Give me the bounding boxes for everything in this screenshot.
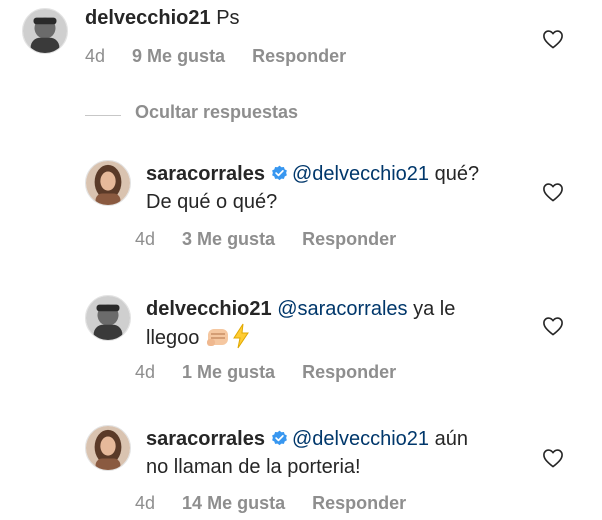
reply-button[interactable]: Responder (302, 229, 396, 249)
like-heart-icon[interactable] (542, 448, 564, 468)
avatar-saracorrales[interactable] (85, 160, 131, 206)
comment-likes[interactable]: 1 Me gusta (182, 362, 275, 382)
comment-mention[interactable]: @saracorrales (277, 298, 407, 320)
comment-likes[interactable]: 3 Me gusta (182, 229, 275, 249)
comment-body: qué? (434, 163, 480, 185)
avatar-delvecchio21[interactable] (85, 295, 131, 341)
comment-text: saracorrales @delvecchio21 aún no llaman … (146, 425, 468, 481)
divider (85, 115, 121, 116)
comment-body-line2: no llaman de la porteria! (146, 456, 361, 478)
comment-text: delvecchio21 @saracorrales ya le llegoo (146, 295, 455, 357)
verified-badge-icon (271, 162, 288, 181)
like-heart-icon[interactable] (542, 29, 564, 49)
comment-age: 4d (85, 46, 106, 66)
comment-meta: 4d 9 Me gusta Responder (85, 46, 368, 67)
like-heart-icon[interactable] (542, 182, 564, 202)
comment-likes[interactable]: 14 Me gusta (182, 493, 285, 513)
comment-meta: 4d 14 Me gusta Responder (135, 493, 428, 514)
comment-username[interactable]: delvecchio21 (85, 7, 211, 29)
comment-body: aún (434, 428, 468, 450)
avatar-delvecchio21[interactable] (22, 8, 68, 54)
comment-age: 4d (135, 362, 156, 382)
comment-likes[interactable]: 9 Me gusta (132, 46, 225, 66)
reply-button[interactable]: Responder (312, 493, 406, 513)
comment-body: ya le (413, 298, 456, 320)
fist-emoji (205, 325, 231, 357)
reply-button[interactable]: Responder (252, 46, 346, 66)
comment-text: delvecchio21 Ps (85, 4, 240, 32)
comment-username[interactable]: saracorrales (146, 428, 265, 450)
comment-body-line2: De qué o qué? (146, 191, 278, 213)
comment-meta: 4d 1 Me gusta Responder (135, 362, 418, 383)
lightning-emoji (231, 323, 251, 357)
comment-username[interactable]: delvecchio21 (146, 298, 272, 320)
comment-body-line2: llegoo (146, 327, 200, 349)
comment-text: saracorrales @delvecchio21 qué? De qué o … (146, 160, 479, 216)
comment-body: Ps (216, 7, 240, 29)
comment-mention[interactable]: @delvecchio21 (292, 428, 429, 450)
comment-age: 4d (135, 493, 156, 513)
like-heart-icon[interactable] (542, 316, 564, 336)
comment-meta: 4d 3 Me gusta Responder (135, 229, 418, 250)
avatar-saracorrales[interactable] (85, 425, 131, 471)
comment-age: 4d (135, 229, 156, 249)
verified-badge-icon (271, 427, 288, 446)
reply-button[interactable]: Responder (302, 362, 396, 382)
comment-username[interactable]: saracorrales (146, 163, 265, 185)
comment-mention[interactable]: @delvecchio21 (292, 163, 429, 185)
hide-replies-label[interactable]: Ocultar respuestas (135, 102, 298, 123)
